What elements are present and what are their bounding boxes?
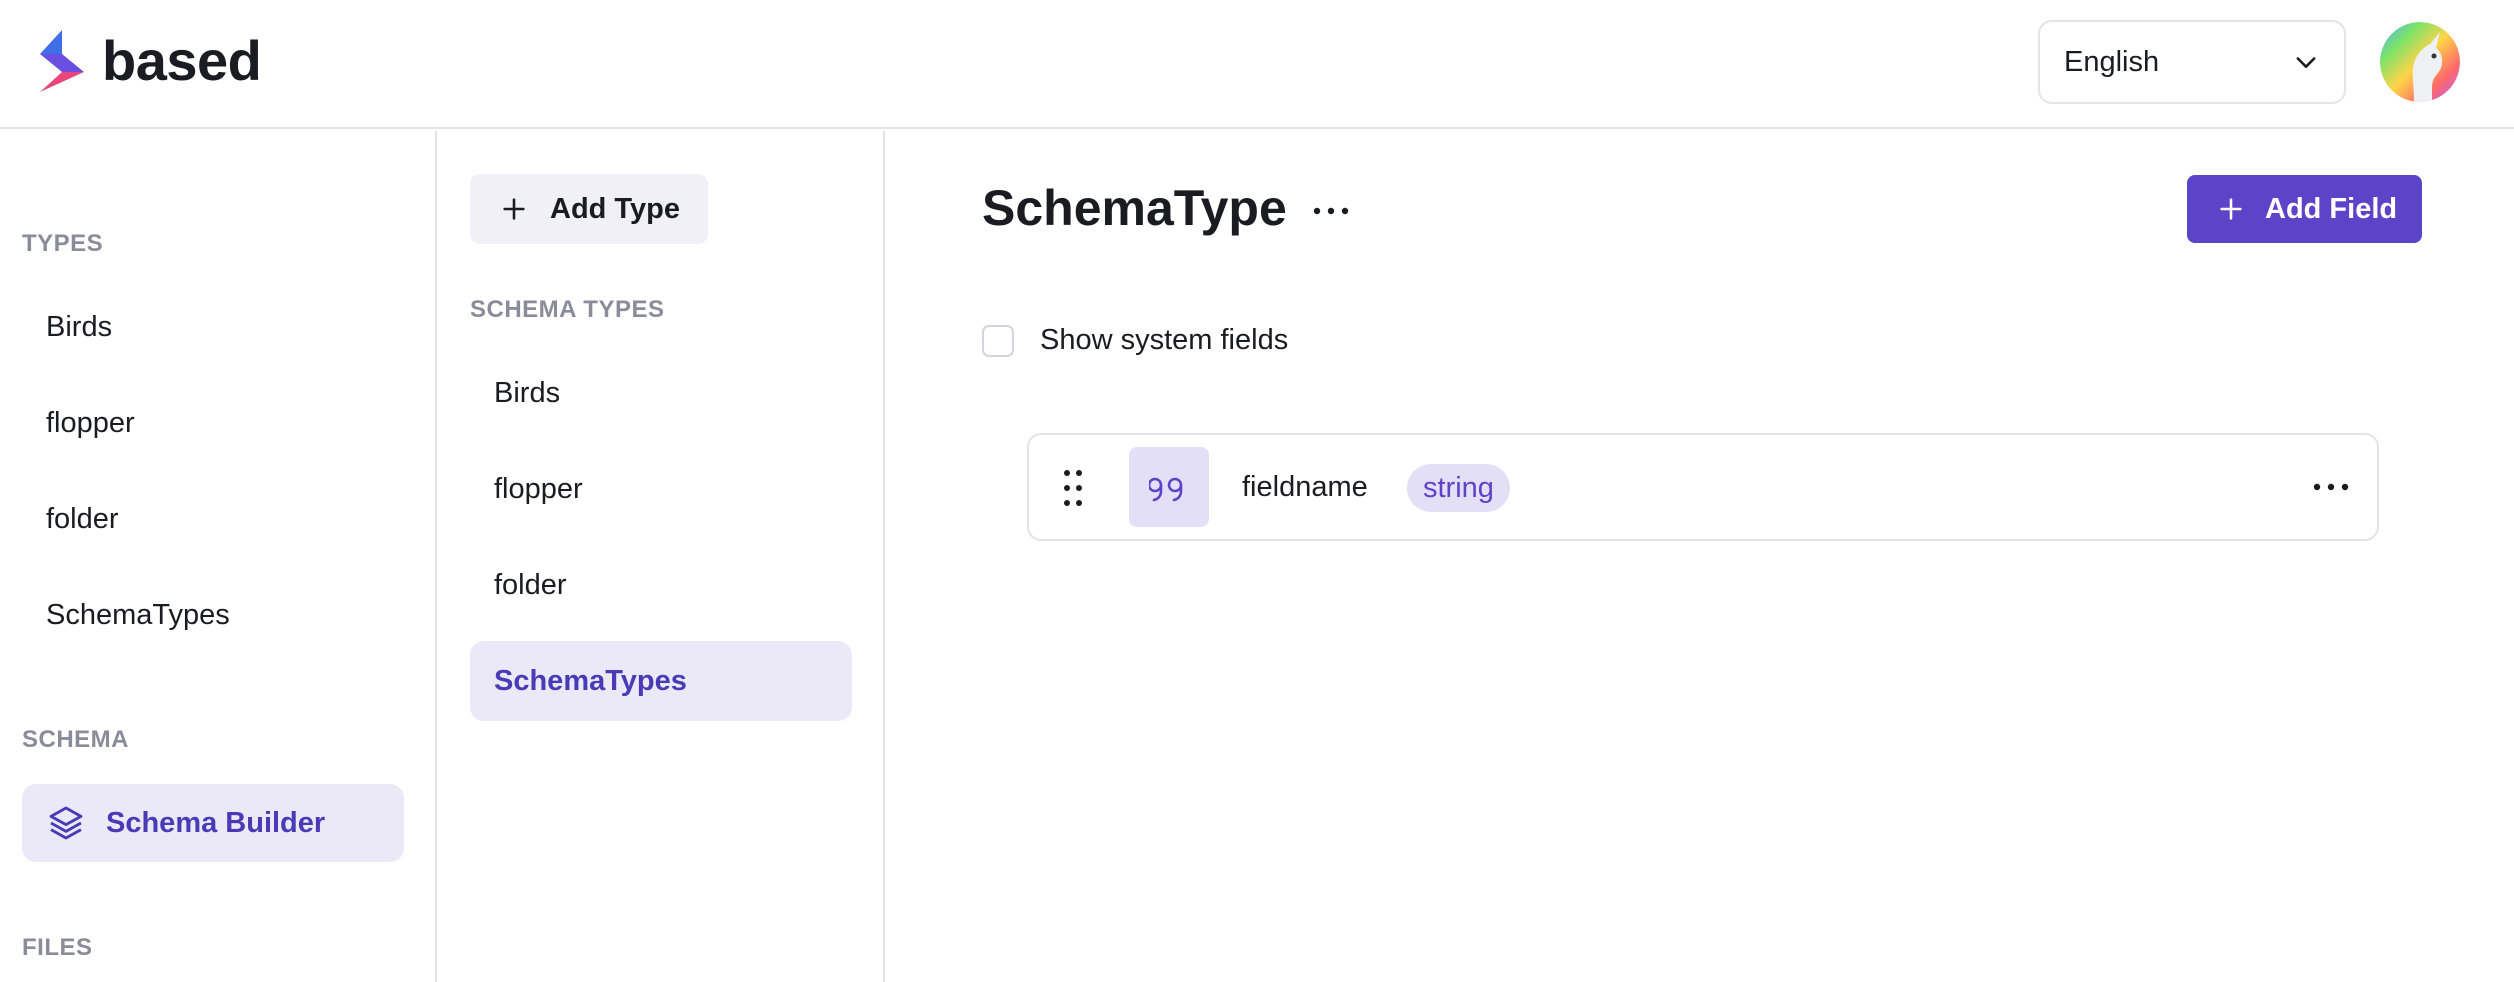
sidebar-item-label: SchemaTypes bbox=[46, 598, 230, 631]
field-type-badge: string bbox=[1407, 464, 1510, 512]
section-title-schema: SCHEMA bbox=[22, 726, 130, 753]
add-type-label: Add Type bbox=[550, 192, 680, 225]
sidebar-item-label: Schema Builder bbox=[106, 806, 326, 839]
app-name: based bbox=[102, 29, 262, 92]
sidebar-item-birds[interactable]: Birds bbox=[22, 288, 404, 366]
field-options-button[interactable] bbox=[2311, 475, 2351, 499]
chevron-down-icon bbox=[2296, 57, 2316, 68]
type-options-button[interactable] bbox=[1311, 199, 1351, 223]
schema-type-label: SchemaTypes bbox=[494, 664, 687, 697]
language-select[interactable]: English bbox=[2038, 20, 2346, 104]
show-system-fields-label[interactable]: Show system fields bbox=[1040, 324, 1288, 357]
schema-type-birds[interactable]: Birds bbox=[470, 353, 852, 433]
based-logo-icon bbox=[40, 30, 84, 92]
field-row[interactable]: fieldname string bbox=[1027, 433, 2379, 541]
show-system-fields: Show system fields bbox=[982, 324, 1288, 357]
more-horizontal-icon bbox=[2313, 483, 2349, 491]
section-title-schema-types: SCHEMA TYPES bbox=[470, 296, 665, 323]
sidebar-item-label: Birds bbox=[46, 310, 113, 343]
add-type-button[interactable]: Add Type bbox=[470, 174, 708, 244]
schema-types-panel: Add Type SCHEMA TYPES Birds flopper fold… bbox=[439, 131, 885, 982]
sidebar-item-label: folder bbox=[46, 502, 119, 535]
plus-icon bbox=[2217, 195, 2245, 223]
top-bar: based English bbox=[0, 0, 2514, 129]
language-selected: English bbox=[2064, 45, 2160, 78]
main-content: SchemaType Add Field Show system fields bbox=[887, 131, 2514, 982]
add-field-label: Add Field bbox=[2265, 192, 2398, 225]
section-title-types: TYPES bbox=[22, 230, 104, 257]
sidebar-item-schematypes[interactable]: SchemaTypes bbox=[22, 576, 404, 654]
drag-handle-icon[interactable] bbox=[1063, 469, 1083, 507]
add-field-button[interactable]: Add Field bbox=[2187, 175, 2422, 243]
schema-type-folder[interactable]: folder bbox=[470, 545, 852, 625]
show-system-fields-checkbox[interactable] bbox=[982, 324, 1014, 357]
section-title-files: FILES bbox=[22, 934, 93, 961]
sidebar-item-schema-builder[interactable]: Schema Builder bbox=[22, 784, 404, 862]
quote-icon bbox=[1129, 447, 1209, 527]
layers-icon bbox=[46, 803, 86, 843]
schema-type-label: Birds bbox=[494, 376, 561, 409]
logo[interactable]: based bbox=[36, 28, 262, 94]
plus-icon bbox=[500, 195, 528, 223]
left-sidebar: TYPES Birds flopper folder SchemaTypes S… bbox=[0, 131, 437, 982]
schema-type-schematypes[interactable]: SchemaTypes bbox=[470, 641, 852, 721]
more-horizontal-icon bbox=[1313, 207, 1349, 215]
schema-type-label: folder bbox=[494, 568, 567, 601]
schema-type-flopper[interactable]: flopper bbox=[470, 449, 852, 529]
sidebar-item-flopper[interactable]: flopper bbox=[22, 384, 404, 462]
sidebar-item-label: flopper bbox=[46, 406, 135, 439]
unicorn-avatar-icon bbox=[2380, 22, 2460, 102]
user-avatar[interactable] bbox=[2380, 22, 2460, 102]
field-name: fieldname bbox=[1242, 471, 1368, 503]
sidebar-item-folder[interactable]: folder bbox=[22, 480, 404, 558]
schema-type-label: flopper bbox=[494, 472, 583, 505]
page-title: SchemaType bbox=[982, 180, 1287, 236]
